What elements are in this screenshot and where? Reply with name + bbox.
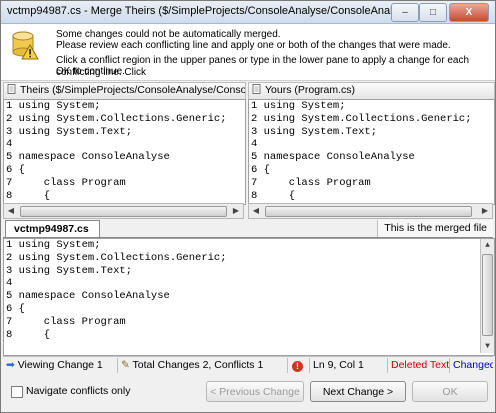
code-line: 6 {: [6, 302, 25, 315]
code-line: 4: [6, 138, 13, 151]
code-line: 1 using System;: [6, 239, 101, 251]
info-line-2: Please review each conflicting line and …: [56, 40, 451, 51]
code-line: 4: [6, 277, 13, 290]
arrow-right-icon: ➡: [6, 359, 15, 371]
conflict-indicator: !: [288, 358, 310, 373]
conflict-icon: !: [292, 361, 303, 372]
code-line: 2 using System.Collections.Generic;: [6, 112, 227, 125]
code-line: 3 using System.Text;: [251, 125, 378, 138]
tab-merged-file[interactable]: vctmp94987.cs: [5, 220, 100, 237]
document-icon: [7, 84, 16, 94]
minimize-button[interactable]: –: [391, 3, 419, 22]
code-line: 5 namespace ConsoleAnalyse: [6, 151, 170, 164]
scroll-up-icon[interactable]: ▲: [481, 239, 494, 252]
code-line: 2 using System.Collections.Generic;: [6, 251, 227, 264]
merged-vertical-scrollbar[interactable]: ▲ ▼: [480, 239, 494, 353]
scroll-down-icon[interactable]: ▼: [481, 340, 494, 353]
total-changes-status: ✎ Total Changes 2, Conflicts 1: [118, 358, 288, 373]
navigate-conflicts-label[interactable]: Navigate conflicts only: [26, 385, 130, 397]
close-button[interactable]: X: [449, 3, 489, 22]
ok-button[interactable]: OK: [412, 381, 488, 402]
code-line: 3 using System.Text;: [6, 125, 133, 138]
theirs-horizontal-scrollbar[interactable]: ◀ ▶: [3, 203, 244, 219]
yours-header: Yours (Program.cs): [248, 82, 495, 100]
code-line: 6 {: [6, 163, 25, 176]
code-line: 1 using System;: [6, 100, 101, 112]
code-line: 2 using System.Collections.Generic;: [251, 112, 472, 125]
code-line: 7 class Program: [251, 176, 371, 189]
code-line: 7 class Program: [6, 315, 126, 328]
previous-change-button[interactable]: < Previous Change: [206, 381, 304, 402]
next-change-button[interactable]: Next Change >: [310, 381, 406, 402]
yours-code-pane[interactable]: 1 using System; 2 using System.Collectio…: [248, 99, 495, 205]
scrollbar-thumb[interactable]: [265, 206, 472, 217]
merged-tab-strip: vctmp94987.cs This is the merged file: [3, 220, 493, 238]
scroll-left-icon[interactable]: ◀: [250, 205, 262, 217]
pencil-icon: ✎: [121, 359, 130, 371]
code-line: 3 using System.Text;: [6, 264, 133, 277]
navigate-conflicts-checkbox[interactable]: [11, 386, 23, 398]
theirs-header-label: Theirs ($/SimpleProjects/ConsoleAnalyse/…: [20, 84, 246, 96]
merge-window: vctmp94987.cs - Merge Theirs ($/SimplePr…: [0, 0, 496, 413]
theirs-header: Theirs ($/SimpleProjects/ConsoleAnalyse/…: [3, 82, 246, 100]
scrollbar-thumb[interactable]: [482, 254, 493, 336]
cursor-position: Ln 9, Col 1: [310, 358, 388, 373]
code-line: 8 {: [6, 189, 51, 202]
viewing-change-label: Viewing Change 1: [17, 359, 103, 371]
database-warning-icon: [12, 31, 39, 60]
code-line: 8 {: [6, 328, 51, 341]
scroll-right-icon[interactable]: ▶: [230, 205, 242, 217]
code-line: 8 {: [251, 189, 296, 202]
footer: Navigate conflicts only < Previous Chang…: [1, 374, 495, 412]
title-bar: vctmp94987.cs - Merge Theirs ($/SimplePr…: [1, 1, 495, 24]
code-line: 6 {: [251, 163, 270, 176]
info-line-4: OK to continue.: [56, 66, 125, 77]
theirs-code-pane[interactable]: 1 using System; 2 using System.Collectio…: [3, 99, 246, 205]
info-panel: Some changes could not be automatically …: [1, 24, 495, 81]
yours-header-label: Yours (Program.cs): [265, 84, 356, 96]
status-bar: ➡ Viewing Change 1 ✎ Total Changes 2, Co…: [3, 356, 493, 374]
merged-code-pane[interactable]: 1 using System; 2 using System.Collectio…: [3, 238, 495, 356]
merged-file-label: This is the merged file: [377, 220, 493, 237]
total-changes-label: Total Changes 2, Conflicts 1: [132, 359, 264, 371]
window-title: vctmp94987.cs - Merge Theirs ($/SimplePr…: [7, 5, 417, 17]
changed-text-legend: Changed: [453, 359, 493, 371]
code-line: 7 class Program: [6, 176, 126, 189]
viewing-change-status: ➡ Viewing Change 1: [3, 358, 118, 373]
deleted-text-legend: Deleted Text: [388, 358, 450, 373]
code-line: 5 namespace ConsoleAnalyse: [251, 151, 415, 164]
scroll-left-icon[interactable]: ◀: [5, 205, 17, 217]
code-line: 5 namespace ConsoleAnalyse: [6, 290, 170, 303]
yours-horizontal-scrollbar[interactable]: ◀ ▶: [248, 203, 493, 219]
code-line: 4: [251, 138, 258, 151]
scroll-right-icon[interactable]: ▶: [479, 205, 491, 217]
scrollbar-thumb[interactable]: [20, 206, 227, 217]
maximize-button[interactable]: □: [419, 3, 447, 22]
document-icon: [252, 84, 261, 94]
code-line: 1 using System;: [251, 100, 346, 112]
